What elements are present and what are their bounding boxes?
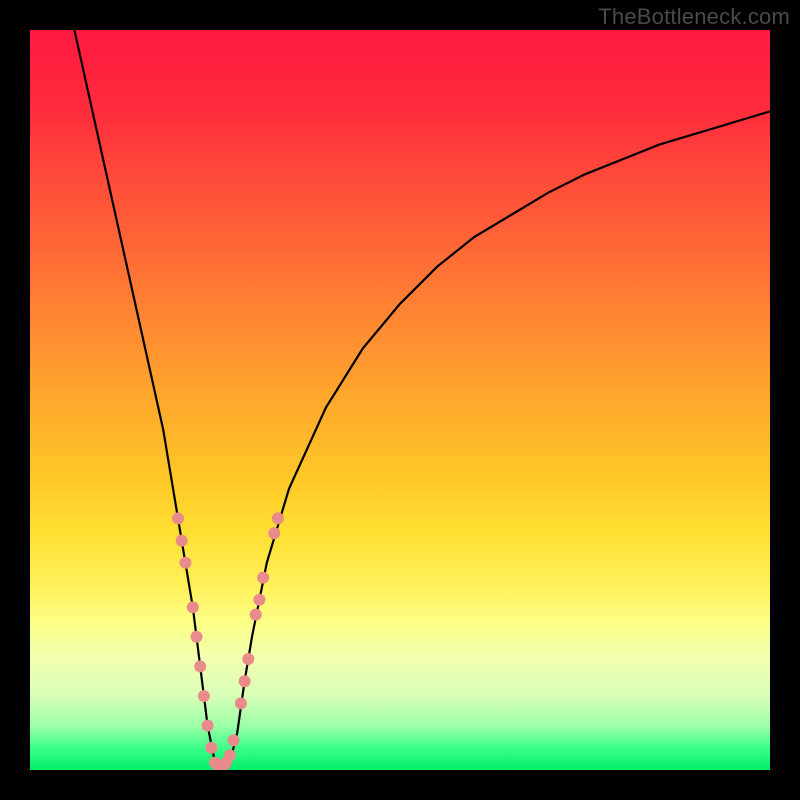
highlight-dot — [176, 535, 188, 547]
highlight-dot — [224, 749, 236, 761]
highlight-dot — [268, 527, 280, 539]
highlight-dot — [239, 675, 251, 687]
highlight-dot — [191, 631, 203, 643]
highlight-dot — [202, 720, 214, 732]
highlight-dot — [205, 742, 217, 754]
highlight-dot — [179, 557, 191, 569]
chart-svg — [30, 30, 770, 770]
highlight-dot — [172, 512, 184, 524]
highlight-dot — [228, 734, 240, 746]
highlight-dot — [187, 601, 199, 613]
watermark-text: TheBottleneck.com — [598, 4, 790, 30]
chart-frame: TheBottleneck.com — [0, 0, 800, 800]
highlight-dot — [194, 660, 206, 672]
plot-area — [30, 30, 770, 770]
highlight-dot — [253, 594, 265, 606]
highlight-dot — [242, 653, 254, 665]
highlight-dot — [250, 609, 262, 621]
highlight-dots — [172, 512, 284, 770]
highlight-dot — [272, 512, 284, 524]
curve-line — [74, 30, 770, 770]
bottleneck-curve — [74, 30, 770, 770]
highlight-dot — [235, 697, 247, 709]
highlight-dot — [257, 572, 269, 584]
highlight-dot — [198, 690, 210, 702]
